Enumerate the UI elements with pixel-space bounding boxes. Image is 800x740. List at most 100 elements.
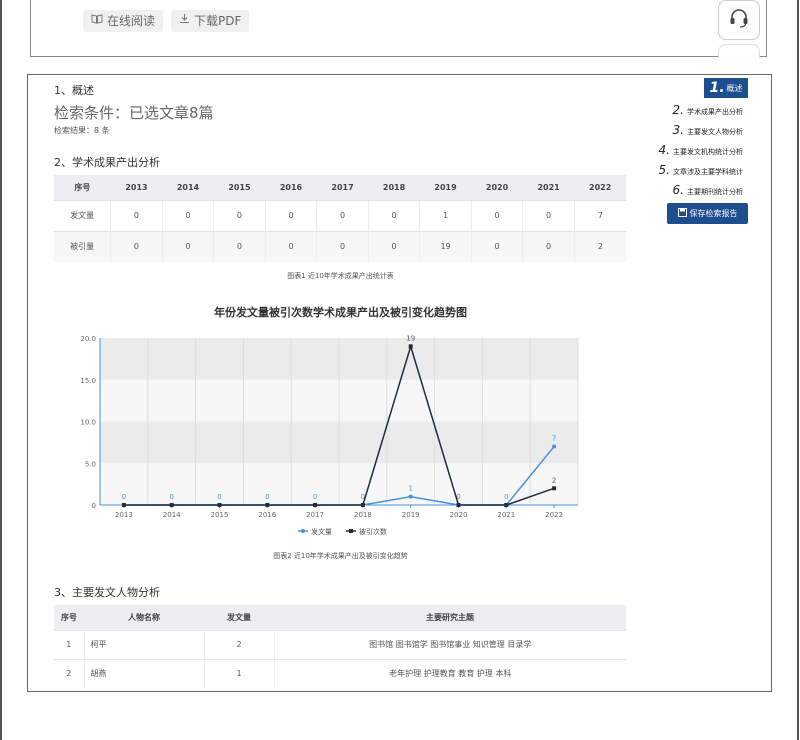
table1-caption: 图表1 近10年学术成果产出统计表 (287, 272, 394, 280)
save-report-button[interactable]: 保存检索报告 (667, 203, 748, 224)
table1-cell: 0 (213, 230, 266, 262)
table3-cell: 1 (203, 658, 274, 688)
save-report-label: 保存检索报告 (689, 209, 738, 218)
table1-cell: 0 (264, 199, 317, 231)
table3-header-cell: 主要研究主题 (274, 605, 626, 630)
customer-service-button[interactable] (718, 0, 760, 40)
section-author-heading: 3、主要发文人物分析 (54, 586, 160, 599)
x-tick-label: 2022 (545, 511, 563, 519)
table1-cell: 7 (573, 199, 626, 231)
author-name[interactable]: 柯平 (83, 629, 204, 659)
table1-cell: 0 (522, 199, 575, 231)
read-online-label: 在线阅读 (107, 14, 156, 28)
nav-label: 主要发文机构统计分析 (673, 148, 743, 156)
table1-header-cell: 2021 (522, 175, 575, 200)
nav-label: 概述 (726, 83, 743, 93)
table3-cell: 2 (203, 629, 274, 659)
data-label: 0 (169, 493, 173, 501)
section-output-heading: 2、学术成果产出分析 (54, 156, 160, 169)
data-label: 1 (408, 485, 412, 493)
table1-cell: 0 (470, 199, 523, 231)
nav-number: 3. (672, 123, 684, 137)
table1-cell: 0 (316, 230, 369, 262)
search-condition: 检索条件：已选文章8篇 (54, 104, 214, 122)
y-tick-label: 0 (92, 502, 96, 510)
x-tick-label: 2020 (450, 511, 468, 519)
table3-header-cell: 序号 (54, 605, 84, 630)
y-tick-label: 15.0 (80, 377, 96, 385)
author-name[interactable]: 胡燕 (83, 658, 204, 688)
download-pdf-label: 下载PDF (194, 14, 242, 28)
legend-marker (301, 529, 305, 533)
table1-cell: 0 (110, 230, 163, 262)
x-tick-label: 2015 (211, 511, 229, 519)
table-row: 发文量 0 0 0 0 0 0 1 0 0 7 (54, 199, 626, 231)
output-stats-table: 序号 2013 2014 2015 2016 2017 2018 2019 2020 2021 20… (54, 175, 626, 262)
table3-cell: 1 (54, 629, 84, 659)
x-tick-label: 2016 (258, 511, 276, 519)
side-tool-button[interactable] (718, 44, 760, 58)
nav-number: 6. (672, 183, 684, 197)
data-label: 19 (406, 334, 415, 342)
table3-cell: 图书馆 图书馆学 图书馆事业 知识管理 目录学 (273, 629, 626, 659)
table1-cell: 0 (367, 230, 420, 262)
nav-item-overview[interactable]: 1. 概述 (704, 78, 748, 98)
data-label: 2 (552, 476, 556, 484)
data-label: 0 (122, 493, 126, 501)
data-point (313, 503, 318, 507)
data-label: 0 (504, 493, 508, 501)
data-point (121, 503, 126, 507)
window-frame-left (0, 0, 2, 740)
table1-header-cell: 2018 (368, 175, 420, 200)
data-point (552, 486, 557, 491)
table-row: 1 柯平 2 图书馆 图书馆学 图书馆事业 知识管理 目录学 (54, 629, 626, 659)
x-tick-label: 2013 (115, 511, 133, 519)
table1-header-cell: 2017 (316, 175, 369, 200)
table1-cell: 0 (161, 199, 214, 231)
window-frame-right (797, 0, 799, 740)
x-tick-label: 2019 (402, 511, 420, 519)
data-point (552, 444, 557, 449)
table3-header-cell: 发文量 (204, 605, 274, 630)
read-online-button[interactable]: 在线阅读 (83, 10, 164, 32)
nav-number: 1. (709, 80, 725, 96)
table1-header-cell: 2019 (419, 175, 472, 200)
table1-cell: 0 (316, 199, 369, 231)
headset-icon (728, 7, 750, 33)
table1-header-cell: 序号 (54, 175, 111, 200)
section-overview-heading: 1、概述 (54, 84, 94, 97)
download-pdf-button[interactable]: 下载PDF (171, 10, 250, 32)
search-report: 1、概述 检索条件：已选文章8篇 检索结果：8 条 2、学术成果产出分析 1. … (27, 74, 772, 692)
nav-label: 文章涉及主要学科统计 (673, 168, 743, 176)
table3-cell: 老年护理 护理教育 教育 护理 本科 (273, 658, 626, 688)
data-point (456, 503, 461, 507)
nav-label: 主要发文人物分析 (687, 128, 743, 136)
table1-cell: 0 (470, 230, 523, 262)
table1-cell: 0 (522, 230, 575, 262)
y-tick-label: 10.0 (80, 419, 96, 427)
nav-number: 4. (658, 143, 670, 157)
nav-number: 2. (672, 103, 684, 117)
nav-item-output-analysis[interactable]: 2. 学术成果产出分析 (673, 103, 743, 117)
table1-cell: 被引量 (54, 230, 111, 262)
data-point (504, 503, 509, 507)
data-point (217, 503, 222, 507)
x-tick-label: 2018 (354, 511, 372, 519)
data-point (265, 503, 270, 507)
trend-line-chart: 05.010.015.020.02013 2014 2015 2016 2017 2018… (80, 334, 579, 536)
nav-item-author-analysis[interactable]: 3. 主要发文人物分析 (673, 123, 743, 137)
article-card: 在线阅读 下载PDF (30, 0, 767, 57)
table1-cell: 2 (573, 230, 626, 262)
table1-cell: 0 (213, 199, 266, 231)
table1-header-cell: 2015 (213, 175, 266, 200)
table3-header-cell: 人物名称 (84, 605, 204, 630)
chart-caption: 图表2 近10年学术成果产出及被引变化趋势 (273, 552, 408, 560)
nav-item-subject-stats[interactable]: 5. 文章涉及主要学科统计 (659, 163, 743, 177)
author-table: 序号 人物名称 发文量 主要研究主题 1 柯平 2 图书馆 图书馆学 图书馆事业 知识管理 … (54, 605, 626, 688)
nav-item-institution-analysis[interactable]: 4. 主要发文机构统计分析 (659, 143, 743, 157)
table-row: 2 胡燕 1 老年护理 护理教育 教育 护理 本科 (54, 658, 626, 688)
data-point (408, 344, 413, 349)
search-result-count: 检索结果：8 条 (54, 126, 110, 135)
table1-cell: 0 (264, 230, 317, 262)
nav-item-journal-analysis[interactable]: 6. 主要期刊统计分析 (673, 183, 743, 197)
